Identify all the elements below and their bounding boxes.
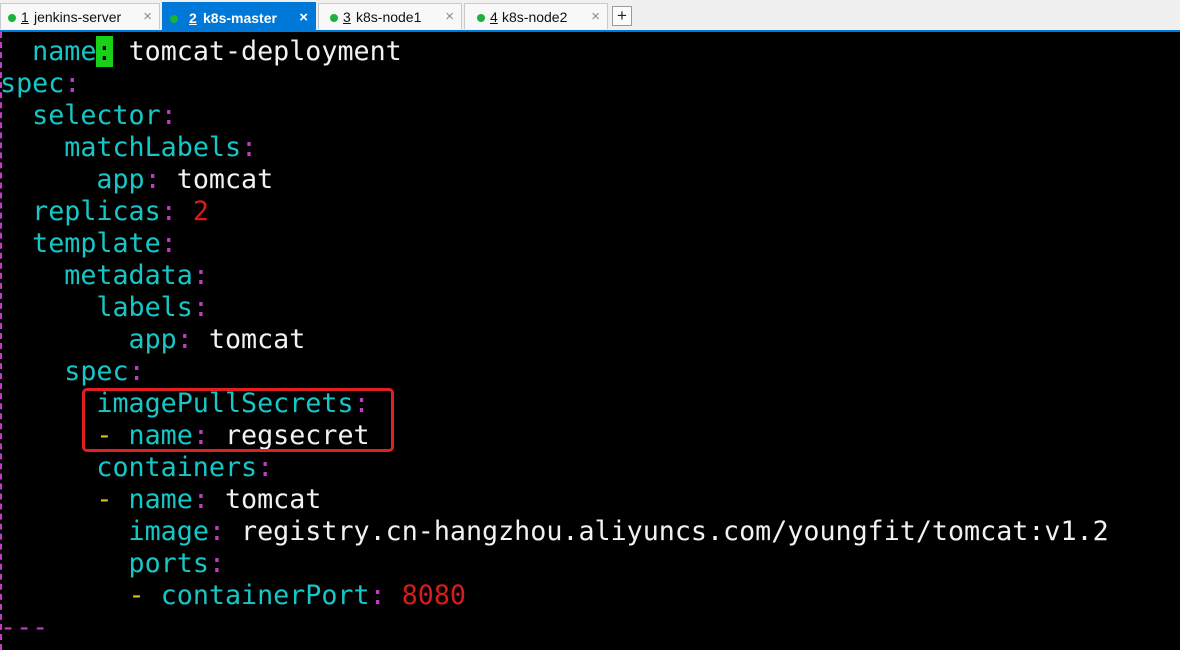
yaml-colon: : xyxy=(160,228,177,259)
close-tab-icon[interactable]: × xyxy=(445,4,454,30)
yaml-value: 8080 xyxy=(385,580,466,611)
yaml-colon: : xyxy=(144,164,161,195)
code-line: spec: xyxy=(0,68,80,100)
yaml-value: tomcat xyxy=(208,484,322,515)
yaml-key: image xyxy=(128,516,209,547)
yaml-colon: : xyxy=(128,356,145,387)
code-line: app: tomcat xyxy=(0,164,273,196)
tab-number: 3 xyxy=(343,9,351,25)
code-line: labels: xyxy=(0,292,209,324)
yaml-colon: : xyxy=(176,324,193,355)
yaml-colon: : xyxy=(64,68,81,99)
code-line: containers: xyxy=(0,452,273,484)
status-dot-icon xyxy=(330,14,338,22)
code-line: - name: tomcat xyxy=(0,484,321,516)
yaml-key: metadata xyxy=(64,260,193,291)
tab-k8s-node2[interactable]: 4 k8s-node2 × xyxy=(464,3,608,29)
code-line: template: xyxy=(0,228,177,260)
tab-jenkins-server[interactable]: 1 jenkins-server × xyxy=(0,3,160,29)
tab-label: jenkins-server xyxy=(34,9,122,25)
yaml-key: containers xyxy=(96,452,258,483)
status-dot-icon xyxy=(170,15,178,23)
close-tab-icon[interactable]: × xyxy=(143,4,152,30)
yaml-key: labels xyxy=(96,292,193,323)
highlight-annotation-box xyxy=(82,388,394,452)
yaml-colon: : xyxy=(208,548,225,579)
yaml-value: 2 xyxy=(176,196,209,227)
yaml-colon: : xyxy=(208,516,225,547)
yaml-key: spec xyxy=(64,356,129,387)
yaml-key: replicas xyxy=(32,196,161,227)
tab-number: 1 xyxy=(21,9,29,25)
yaml-colon: : xyxy=(192,292,209,323)
yaml-key: nam xyxy=(32,36,81,67)
yaml-colon: : xyxy=(192,484,209,515)
yaml-key: app xyxy=(96,164,145,195)
yaml-value: registry.cn-hangzhou.aliyuncs.com/youngf… xyxy=(224,516,1109,547)
code-line: selector: xyxy=(0,100,177,132)
code-line: --- xyxy=(0,612,48,644)
yaml-key: ports xyxy=(128,548,209,579)
tab-bar: 1 jenkins-server × 2 k8s-master × 3 k8s-… xyxy=(0,0,1180,32)
document-separator: --- xyxy=(0,612,49,643)
yaml-key: containerPort xyxy=(160,580,370,611)
code-line: name: tomcat-deployment xyxy=(0,36,402,68)
yaml-colon: : xyxy=(241,132,258,163)
close-tab-icon[interactable]: × xyxy=(299,3,308,33)
tab-number: 2 xyxy=(189,10,197,26)
code-line: - containerPort: 8080 xyxy=(0,580,466,612)
status-dot-icon xyxy=(477,14,485,22)
tab-label: k8s-node1 xyxy=(356,9,422,25)
yaml-colon: : xyxy=(369,580,386,611)
yaml-key: matchLabels xyxy=(64,132,242,163)
yaml-colon: : xyxy=(160,100,177,131)
yaml-key: selector xyxy=(32,100,161,131)
list-dash: - xyxy=(96,484,129,515)
yaml-key: spec xyxy=(0,68,65,99)
terminal-editor[interactable]: name: tomcat-deployment spec: selector: m… xyxy=(0,32,1180,650)
yaml-value: tomcat xyxy=(192,324,306,355)
add-tab-button[interactable]: + xyxy=(612,6,632,26)
tab-number: 4 xyxy=(490,9,498,25)
yaml-value: tomcat xyxy=(160,164,274,195)
yaml-key: app xyxy=(128,324,177,355)
yaml-colon: : xyxy=(160,196,177,227)
code-line: metadata: xyxy=(0,260,209,292)
status-dot-icon xyxy=(8,14,16,22)
code-line: app: tomcat xyxy=(0,324,306,356)
yaml-value: tomcat-deployment xyxy=(112,36,402,67)
code-line: image: registry.cn-hangzhou.aliyuncs.com… xyxy=(0,516,1109,548)
code-line: replicas: 2 xyxy=(0,196,209,228)
tab-k8s-node1[interactable]: 3 k8s-node1 × xyxy=(318,3,462,29)
code-line: spec: xyxy=(0,356,145,388)
yaml-key: e xyxy=(80,36,97,67)
text-cursor: : xyxy=(96,36,113,67)
tab-label: k8s-master xyxy=(203,10,277,26)
yaml-key: template xyxy=(32,228,161,259)
code-line: ports: xyxy=(0,548,225,580)
yaml-key: name xyxy=(128,484,193,515)
tab-label: k8s-node2 xyxy=(502,9,568,25)
tab-k8s-master[interactable]: 2 k8s-master × xyxy=(162,2,316,32)
yaml-colon: : xyxy=(257,452,274,483)
close-tab-icon[interactable]: × xyxy=(591,4,600,30)
list-dash: - xyxy=(128,580,161,611)
code-line: matchLabels: xyxy=(0,132,257,164)
yaml-colon: : xyxy=(192,260,209,291)
